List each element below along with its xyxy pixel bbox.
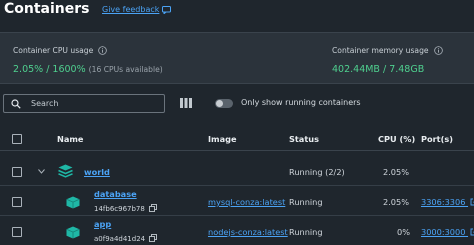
container-name-link[interactable]: app [94,219,111,229]
table-header: Name Image Status CPU (%) Port(s) [0,127,474,151]
external-link-icon [470,198,474,206]
copy-icon[interactable] [149,234,158,242]
chevron-down-icon[interactable] [38,169,45,174]
feedback-icon [162,5,172,14]
column-name[interactable]: Name [57,134,83,144]
container-status: Running [289,227,323,237]
container-status: Running [289,197,323,207]
column-image[interactable]: Image [208,134,237,144]
cpu-usage-value: 2.05% / 1600% (16 CPUs available) [13,64,163,75]
table-row[interactable]: database 14fb6c967b78 mysql-conza:latest… [0,187,474,216]
cpu-available: (16 CPUs available) [88,65,163,74]
external-link-icon [470,228,474,236]
container-icon [66,226,80,239]
toggle-knob [216,100,223,107]
give-feedback-link[interactable]: Give feedback [102,5,172,14]
page-title: Containers [4,1,90,17]
running-filter-toggle[interactable] [215,99,233,108]
memory-usage-value: 402.44MB / 7.48GB [332,64,425,75]
column-ports[interactable]: Port(s) [421,134,453,144]
column-cpu[interactable]: CPU (%) [378,134,415,144]
table-row-group[interactable]: world Running (2/2) 2.05% [0,157,474,186]
container-cpu: 2.05% [383,197,410,207]
memory-usage-label: Container memory usage [332,46,443,55]
container-id: 14fb6c967b78 [94,204,158,213]
image-link[interactable]: mysql-conza:latest [208,197,285,207]
usage-stats-panel: Container CPU usage 2.05% / 1600% (16 CP… [0,32,474,84]
container-id: a0f9a4d41d24 [94,234,158,243]
image-link[interactable]: nodejs-conza:latest [208,227,288,237]
port-link[interactable]: 3000:3000 [421,227,474,237]
info-icon[interactable] [98,46,108,55]
give-feedback-label: Give feedback [102,5,160,14]
columns-icon[interactable] [180,98,192,108]
group-status: Running (2/2) [289,167,345,177]
row-checkbox[interactable] [12,227,22,237]
container-name-link[interactable]: database [94,189,137,199]
search-box[interactable] [3,94,165,113]
port-link[interactable]: 3306:3306 [421,197,474,207]
search-icon [11,98,21,109]
container-icon [66,196,80,209]
search-input[interactable] [31,99,151,108]
copy-icon[interactable] [149,204,158,212]
compose-stack-icon [58,164,73,178]
group-name-link[interactable]: world [84,167,110,177]
select-all-checkbox[interactable] [12,134,22,144]
cpu-usage-label: Container CPU usage [13,46,108,55]
running-filter-label: Only show running containers [241,98,361,107]
group-cpu: 2.05% [383,167,410,177]
column-status[interactable]: Status [289,134,319,144]
container-cpu: 0% [397,227,410,237]
row-checkbox[interactable] [12,167,22,177]
table-row[interactable]: app a0f9a4d41d24 nodejs-conza:latest Run… [0,217,474,245]
row-checkbox[interactable] [12,197,22,207]
info-icon[interactable] [433,46,443,55]
